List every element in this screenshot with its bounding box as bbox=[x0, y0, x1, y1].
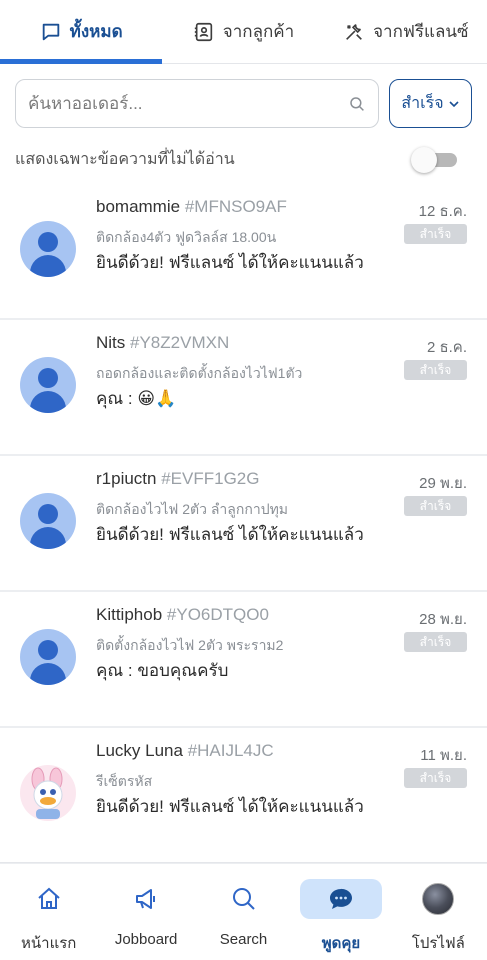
avatar bbox=[20, 221, 76, 277]
last-message: คุณ : 😀🙏 bbox=[96, 389, 177, 408]
status-badge: สำเร็จ bbox=[404, 360, 467, 380]
nav-home-label: หน้าแรก bbox=[21, 935, 77, 952]
chat-name: Nits #Y8Z2VMXN bbox=[96, 333, 230, 352]
status-badge: สำเร็จ bbox=[404, 496, 467, 516]
chat-list-item[interactable]: Kittiphob #YO6DTQO0 ติดตั้งกล้องไวไฟ 2ตั… bbox=[0, 592, 487, 728]
avatar bbox=[20, 629, 76, 685]
last-message: ยินดีด้วย! ฟรีแลนซ์ ได้ให้คะแนนแล้ว bbox=[96, 253, 364, 272]
tab-from-freelance[interactable]: จากฟรีแลนซ์ bbox=[325, 0, 487, 63]
search-input[interactable] bbox=[28, 93, 348, 114]
chat-date: 12 ธ.ค. bbox=[418, 203, 467, 220]
last-message: ยินดีด้วย! ฟรีแลนซ์ ได้ให้คะแนนแล้ว bbox=[96, 797, 364, 816]
nav-profile[interactable]: โปรไฟล์ bbox=[390, 863, 487, 960]
nav-chat[interactable]: พูดคุย bbox=[292, 863, 389, 960]
job-title: รีเซ็ตรหัส bbox=[96, 773, 153, 789]
chat-list-item[interactable]: Lucky Luna #HAIJL4JC รีเซ็ตรหัส ยินดีด้ว… bbox=[0, 728, 487, 864]
bottom-nav: หน้าแรก Jobboard Search พูดคุย โปรไฟล์ bbox=[0, 862, 487, 960]
status-filter-dropdown[interactable]: สำเร็จ bbox=[389, 79, 472, 128]
chat-list-item[interactable]: Nits #Y8Z2VMXN ถอดกล้องและติดตั้งกล้องไว… bbox=[0, 320, 487, 456]
job-title: ติดกล้องไวไฟ 2ตัว ลำลูกกาปทุม bbox=[96, 501, 289, 517]
toggle-knob bbox=[411, 147, 437, 173]
chat-name: r1piuctn #EVFF1G2G bbox=[96, 469, 260, 488]
search-box bbox=[15, 79, 379, 128]
order-code: #HAIJL4JC bbox=[187, 741, 274, 760]
order-code: #Y8Z2VMXN bbox=[130, 333, 230, 352]
tab-from-customer-label: จากลูกค้า bbox=[222, 22, 295, 41]
tab-all-label: ทั้งหมด bbox=[69, 22, 123, 41]
tools-icon bbox=[346, 23, 362, 40]
chat-list: bomammie #MFNSO9AF ติดกล้อง4ตัว ฟูดวิลล์… bbox=[0, 184, 487, 864]
job-title: ติดตั้งกล้องไวไฟ 2ตัว พระราม2 bbox=[96, 637, 284, 653]
megaphone-icon bbox=[136, 889, 156, 909]
last-message: ยินดีด้วย! ฟรีแลนซ์ ได้ให้คะแนนแล้ว bbox=[96, 525, 364, 544]
status-filter-value: สำเร็จ bbox=[401, 95, 444, 112]
avatar bbox=[20, 765, 76, 821]
profile-avatar-icon bbox=[422, 883, 455, 915]
job-title: ติดกล้อง4ตัว ฟูดวิลล์ส 18.00น bbox=[96, 229, 277, 245]
chat-bubble-icon bbox=[42, 23, 59, 40]
nav-chat-label: พูดคุย bbox=[321, 935, 361, 952]
status-badge: สำเร็จ bbox=[404, 632, 467, 652]
chat-date: 29 พ.ย. bbox=[419, 475, 467, 492]
tab-all[interactable]: ทั้งหมด bbox=[0, 0, 163, 64]
nav-jobboard-label: Jobboard bbox=[114, 931, 178, 948]
order-code: #YO6DTQO0 bbox=[166, 605, 269, 624]
avatar bbox=[20, 493, 76, 549]
nav-jobboard[interactable]: Jobboard bbox=[97, 863, 194, 960]
status-badge: สำเร็จ bbox=[404, 768, 467, 788]
search-row: สำเร็จ bbox=[15, 79, 472, 128]
nav-search[interactable]: Search bbox=[195, 863, 292, 960]
chat-date: 2 ธ.ค. bbox=[426, 339, 467, 356]
chat-icon bbox=[329, 888, 352, 909]
chat-date: 28 พ.ย. bbox=[419, 611, 467, 628]
nav-home[interactable]: หน้าแรก bbox=[0, 863, 97, 960]
chat-name: bomammie #MFNSO9AF bbox=[96, 197, 287, 216]
last-message: คุณ : ขอบคุณครับ bbox=[96, 661, 229, 680]
unread-filter-row: แสดงเฉพาะข้อความที่ไม่ได้อ่าน bbox=[15, 142, 457, 176]
duck-avatar-icon bbox=[31, 767, 63, 819]
home-icon bbox=[38, 887, 60, 909]
unread-filter-label: แสดงเฉพาะข้อความที่ไม่ได้อ่าน bbox=[15, 150, 235, 168]
unread-filter-toggle[interactable] bbox=[411, 147, 457, 173]
search-icon[interactable] bbox=[348, 95, 366, 113]
contact-card-icon bbox=[194, 22, 212, 41]
order-code: #EVFF1G2G bbox=[161, 469, 260, 488]
tab-from-freelance-label: จากฟรีแลนซ์ bbox=[373, 22, 469, 41]
chevron-down-icon bbox=[449, 100, 459, 107]
tab-from-customer[interactable]: จากลูกค้า bbox=[162, 0, 324, 63]
nav-search-label: Search bbox=[219, 931, 268, 948]
chat-list-item[interactable]: bomammie #MFNSO9AF ติดกล้อง4ตัว ฟูดวิลล์… bbox=[0, 184, 487, 320]
search-icon bbox=[232, 888, 255, 910]
chat-name: Lucky Luna #HAIJL4JC bbox=[96, 741, 274, 760]
nav-profile-label: โปรไฟล์ bbox=[411, 935, 465, 952]
chat-name: Kittiphob #YO6DTQO0 bbox=[96, 605, 269, 624]
chat-list-item[interactable]: r1piuctn #EVFF1G2G ติดกล้องไวไฟ 2ตัว ลำล… bbox=[0, 456, 487, 592]
job-title: ถอดกล้องและติดตั้งกล้องไวไฟ1ตัว bbox=[96, 365, 303, 381]
status-badge: สำเร็จ bbox=[404, 224, 467, 244]
category-tabs: ทั้งหมด จากลูกค้า จากฟรีแลนซ์ bbox=[0, 0, 487, 64]
avatar bbox=[20, 357, 76, 413]
chat-date: 11 พ.ย. bbox=[420, 747, 467, 764]
order-code: #MFNSO9AF bbox=[184, 197, 287, 216]
